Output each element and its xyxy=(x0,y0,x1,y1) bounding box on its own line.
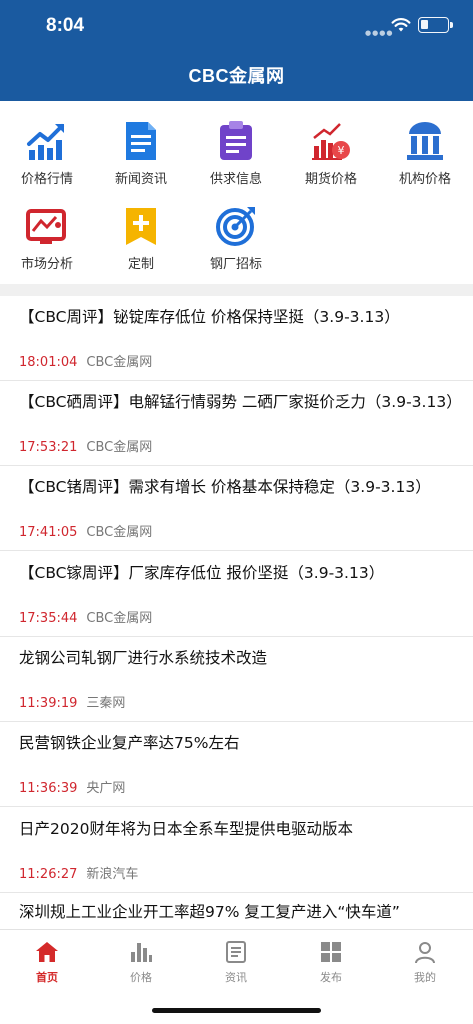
news-source: 三秦网 xyxy=(86,696,126,711)
tab-label: 我的 xyxy=(414,971,436,984)
news-meta: 11:36:39 央广网 xyxy=(19,777,125,796)
menu-item-label: 价格行情 xyxy=(20,172,73,187)
menu-item-label: 供求信息 xyxy=(209,172,262,187)
market-analysis-icon xyxy=(26,209,66,244)
menu-item-news[interactable]: 新闻资讯 xyxy=(94,106,188,187)
futures-bar-yen-icon: ¥ xyxy=(312,123,350,160)
tab-label: 发布 xyxy=(320,971,342,984)
news-item[interactable]: 日产2020财年将为日本全系车型提供电驱动版本 11:26:27 新浪汽车 xyxy=(0,808,473,893)
menu-item-label: 新闻资讯 xyxy=(114,172,167,187)
news-title: 【CBC锗周评】需求有增长 价格基本保持稳定（3.9-3.13） xyxy=(19,478,431,496)
news-source: CBC金属网 xyxy=(86,611,153,626)
menu-item-steel-tender[interactable]: 钢厂招标 xyxy=(189,191,283,272)
news-time: 17:41:05 xyxy=(19,525,78,540)
clipboard-icon xyxy=(220,121,252,160)
signal-icon: ●●●● xyxy=(365,29,394,37)
news-title: 【CBC镓周评】厂家库存低位 报价坚挺（3.9-3.13） xyxy=(19,564,385,582)
news-icon xyxy=(226,941,246,963)
svg-text:¥: ¥ xyxy=(338,144,345,157)
chart-trend-icon xyxy=(27,124,64,160)
menu-item-market-analysis[interactable]: 市场分析 xyxy=(0,191,94,272)
news-item[interactable]: 【CBC镓周评】厂家库存低位 报价坚挺（3.9-3.13） 17:35:44 CB… xyxy=(0,552,473,637)
tab-news[interactable]: 资讯 xyxy=(189,936,283,992)
news-time: 11:26:27 xyxy=(19,867,78,882)
news-title: 【CBC硒周评】电解锰行情弱势 二硒厂家挺价乏力（3.9-3.13） xyxy=(19,393,462,411)
status-time: 8:04 xyxy=(46,15,85,36)
section-divider xyxy=(0,284,473,296)
news-meta: 11:26:27 新浪汽车 xyxy=(19,863,138,882)
tab-mine[interactable]: 我的 xyxy=(378,936,472,992)
news-source: 央广网 xyxy=(86,781,126,796)
news-source: CBC金属网 xyxy=(86,355,153,370)
home-icon xyxy=(36,942,58,962)
battery-icon xyxy=(418,17,453,33)
news-title: 【CBC周评】铋锭库存低位 价格保持坚挺（3.9-3.13） xyxy=(19,308,400,326)
news-item[interactable]: 龙钢公司轧钢厂进行水系统技术改造 11:39:19 三秦网 xyxy=(0,637,473,722)
document-icon xyxy=(126,122,156,160)
menu-item-institution-price[interactable]: 机构价格 xyxy=(378,106,472,187)
wifi-icon xyxy=(391,18,411,32)
menu-item-label: 期货价格 xyxy=(304,172,357,187)
menu-item-futures[interactable]: ¥ 期货价格 xyxy=(284,106,378,187)
menu-item-supply-demand[interactable]: 供求信息 xyxy=(189,106,283,187)
menu-item-label: 市场分析 xyxy=(20,257,73,272)
menu-item-label: 钢厂招标 xyxy=(209,257,262,272)
institution-icon xyxy=(407,122,443,160)
news-item[interactable]: 深圳规上工业企业开工率超97% 复工复产进入“快车道” xyxy=(0,893,473,929)
news-meta: 11:39:19 三秦网 xyxy=(19,692,125,711)
tab-publish[interactable]: 发布 xyxy=(284,936,378,992)
page-title: CBC金属网 xyxy=(188,66,285,86)
news-item[interactable]: 【CBC锗周评】需求有增长 价格基本保持稳定（3.9-3.13） 17:41:0… xyxy=(0,466,473,551)
news-title: 龙钢公司轧钢厂进行水系统技术改造 xyxy=(19,649,268,667)
grid-icon xyxy=(321,942,341,962)
menu-item-customize[interactable]: 定制 xyxy=(94,191,188,272)
news-source: CBC金属网 xyxy=(86,525,153,540)
news-time: 11:39:19 xyxy=(19,696,78,711)
tab-label: 首页 xyxy=(36,971,58,984)
news-time: 11:36:39 xyxy=(19,781,78,796)
news-time: 18:01:04 xyxy=(19,355,78,370)
home-indicator xyxy=(152,1008,321,1013)
news-item[interactable]: 【CBC周评】铋锭库存低位 价格保持坚挺（3.9-3.13） 18:01:04 C… xyxy=(0,296,473,381)
category-grid: 价格行情 新闻资讯 供求信息 ¥ 期货价格 机构价格 市场分析 定制 钢厂招标 xyxy=(0,101,473,284)
menu-item-price-quotes[interactable]: 价格行情 xyxy=(0,106,94,187)
news-title: 民营钢铁企业复产率达75%左右 xyxy=(19,734,240,752)
news-title: 日产2020财年将为日本全系车型提供电驱动版本 xyxy=(19,820,353,838)
news-title: 深圳规上工业企业开工率超97% 复工复产进入“快车道” xyxy=(19,903,400,921)
tab-label: 资讯 xyxy=(225,971,247,984)
customize-bookmark-icon xyxy=(126,208,156,245)
menu-item-label: 机构价格 xyxy=(398,172,451,187)
news-list: 【CBC周评】铋锭库存低位 价格保持坚挺（3.9-3.13） 18:01:04 C… xyxy=(0,296,473,929)
news-source: 新浪汽车 xyxy=(86,867,139,882)
news-item[interactable]: 【CBC硒周评】电解锰行情弱势 二硒厂家挺价乏力（3.9-3.13） 17:53… xyxy=(0,381,473,466)
user-icon xyxy=(415,942,435,964)
tab-price[interactable]: 价格 xyxy=(94,936,188,992)
news-meta: 18:01:04 CBC金属网 xyxy=(19,351,152,370)
news-source: CBC金属网 xyxy=(86,440,153,455)
news-meta: 17:41:05 CBC金属网 xyxy=(19,521,152,540)
menu-item-label: 定制 xyxy=(127,257,154,272)
news-time: 17:53:21 xyxy=(19,440,78,455)
news-item[interactable]: 民营钢铁企业复产率达75%左右 11:36:39 央广网 xyxy=(0,722,473,807)
news-time: 17:35:44 xyxy=(19,611,78,626)
app-header: 8:04 ●●●● CBC金属网 xyxy=(0,0,473,101)
target-icon xyxy=(216,207,255,246)
bar-chart-icon xyxy=(131,943,152,962)
news-meta: 17:35:44 CBC金属网 xyxy=(19,607,152,626)
news-meta: 17:53:21 CBC金属网 xyxy=(19,436,152,455)
tab-label: 价格 xyxy=(130,971,152,984)
tab-home[interactable]: 首页 xyxy=(0,936,94,992)
